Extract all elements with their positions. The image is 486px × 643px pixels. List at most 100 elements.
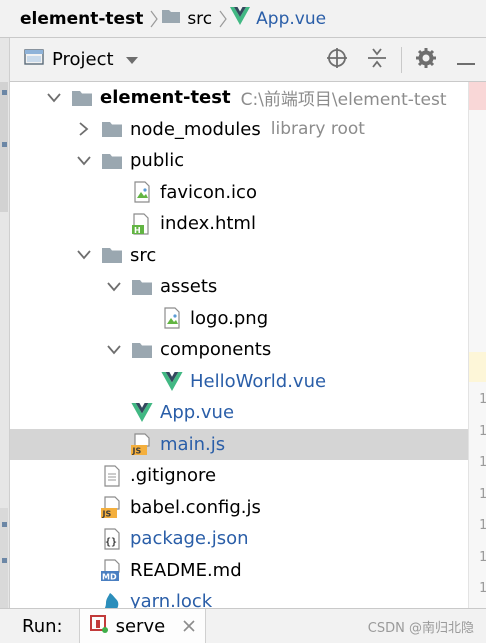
breadcrumb-item-root[interactable]: element-test xyxy=(2,0,143,38)
gutter-line-number: 1 xyxy=(479,455,486,470)
svg-text:{}: {} xyxy=(105,537,117,548)
project-panel-header: Project xyxy=(10,38,486,82)
locate-icon xyxy=(326,47,348,73)
caret-line-highlight xyxy=(469,352,486,382)
chevron-right-icon[interactable] xyxy=(74,119,94,139)
project-window-icon xyxy=(24,49,44,70)
tree-row-index-html[interactable]: Hindex.html xyxy=(10,208,468,240)
editor-gutter: 1 1 1 1 1 1 1 xyxy=(468,82,486,608)
tree-item-label: HelloWorld.vue xyxy=(190,370,327,392)
panel-toolbar xyxy=(317,38,486,82)
project-tree: element-test C:\前端项目\element-test node_mod… xyxy=(10,82,468,608)
tree-item-label: yarn.lock xyxy=(130,591,213,608)
tree-row-helloworld-vue[interactable]: HelloWorld.vue xyxy=(10,366,468,398)
breadcrumb-label: App.vue xyxy=(256,8,327,29)
chevron-down-icon xyxy=(125,49,138,70)
svg-text:JS: JS xyxy=(132,447,142,456)
markdown-file-icon: MD xyxy=(100,559,124,582)
chevron-down-icon[interactable] xyxy=(74,151,94,171)
project-tool-tab[interactable] xyxy=(0,82,8,212)
tree-row-gitignore[interactable]: .gitignore xyxy=(10,460,468,492)
javascript-file-icon: JS xyxy=(100,496,124,519)
structure-tab-icon xyxy=(2,522,7,527)
collapse-all-button[interactable] xyxy=(357,38,397,82)
tree-row-app-vue[interactable]: App.vue xyxy=(10,397,468,429)
project-tab-icon xyxy=(2,142,7,147)
error-stripe-marker xyxy=(469,82,486,110)
tree-row-package-json[interactable]: {} package.json xyxy=(10,523,468,555)
html-file-icon: H xyxy=(130,213,154,235)
breadcrumb-separator-icon xyxy=(216,0,230,38)
gutter-line-number: 1 xyxy=(479,423,486,439)
tree-row-public[interactable]: public xyxy=(10,145,468,177)
folder-icon xyxy=(161,8,181,29)
structure-tool-tab[interactable] xyxy=(0,508,8,608)
tree-item-label: App.vue xyxy=(160,402,235,424)
project-tab-icon xyxy=(2,90,7,95)
image-file-icon xyxy=(160,307,184,329)
svg-text:JS: JS xyxy=(102,510,112,519)
tree-item-label: babel.config.js xyxy=(130,496,261,518)
image-file-icon xyxy=(130,181,154,203)
tree-item-label: README.md xyxy=(130,559,242,581)
tree-row-favicon-ico[interactable]: favicon.ico xyxy=(10,177,468,209)
tree-row-yarn-lock[interactable]: yarn.lock xyxy=(10,586,468,608)
tree-item-label: node_modules xyxy=(130,118,261,140)
tree-row-src[interactable]: src xyxy=(10,240,468,272)
tree-row-logo-png[interactable]: logo.png xyxy=(10,303,468,335)
vue-icon xyxy=(160,370,184,392)
chevron-down-icon[interactable] xyxy=(44,88,64,108)
tree-row-assets[interactable]: assets xyxy=(10,271,468,303)
tree-row-components[interactable]: components xyxy=(10,334,468,366)
tree-item-label: main.js xyxy=(160,433,226,455)
toolbar-divider xyxy=(401,47,402,73)
tree-row-babel-config-js[interactable]: JS babel.config.js xyxy=(10,492,468,524)
close-icon[interactable] xyxy=(183,617,195,636)
vue-icon xyxy=(230,7,251,30)
run-tab-serve[interactable]: serve xyxy=(78,608,207,643)
breadcrumb-separator-icon xyxy=(147,0,161,38)
npm-run-icon xyxy=(89,615,108,637)
project-view-selector[interactable]: Project xyxy=(24,49,138,70)
minimize-icon xyxy=(457,51,475,70)
gutter-line-number: 1 xyxy=(479,581,486,596)
tree-item-label: index.html xyxy=(160,213,256,235)
svg-text:H: H xyxy=(134,226,141,235)
breadcrumb-label: element-test xyxy=(20,8,144,29)
javascript-file-icon: JS xyxy=(130,433,154,456)
navigation-breadcrumb: element-test src App.vue xyxy=(0,0,486,38)
tree-item-hint: C:\前端项目\element-test xyxy=(240,90,447,111)
tree-item-label: element-test xyxy=(100,87,231,109)
tree-item-label: favicon.ico xyxy=(160,181,257,203)
folder-icon xyxy=(130,339,154,361)
tree-item-label: public xyxy=(130,150,185,172)
settings-button[interactable] xyxy=(406,38,446,82)
tree-item-label: package.json xyxy=(130,528,249,550)
chevron-down-icon[interactable] xyxy=(74,245,94,265)
json-file-icon: {} xyxy=(100,528,124,550)
breadcrumb-item-src[interactable]: src xyxy=(161,0,212,38)
breadcrumb-item-file[interactable]: App.vue xyxy=(230,0,326,38)
folder-icon xyxy=(100,244,124,266)
gutter-line-number: 1 xyxy=(479,549,486,565)
tree-row-readme-md[interactable]: MD README.md xyxy=(10,555,468,587)
locate-button[interactable] xyxy=(317,38,357,82)
chevron-down-icon[interactable] xyxy=(104,277,124,297)
gear-icon xyxy=(415,47,437,73)
tree-item-label: src xyxy=(130,244,157,266)
tree-row-node-modules[interactable]: node_modules library root xyxy=(10,114,468,146)
tree-row-main-js[interactable]: JS main.js xyxy=(10,428,468,460)
panel-title: Project xyxy=(52,49,114,70)
minimize-button[interactable] xyxy=(446,38,486,82)
chevron-down-icon[interactable] xyxy=(104,340,124,360)
breadcrumb-label: src xyxy=(187,8,213,29)
tree-row-element-test[interactable]: element-test C:\前端项目\element-test xyxy=(10,82,468,114)
